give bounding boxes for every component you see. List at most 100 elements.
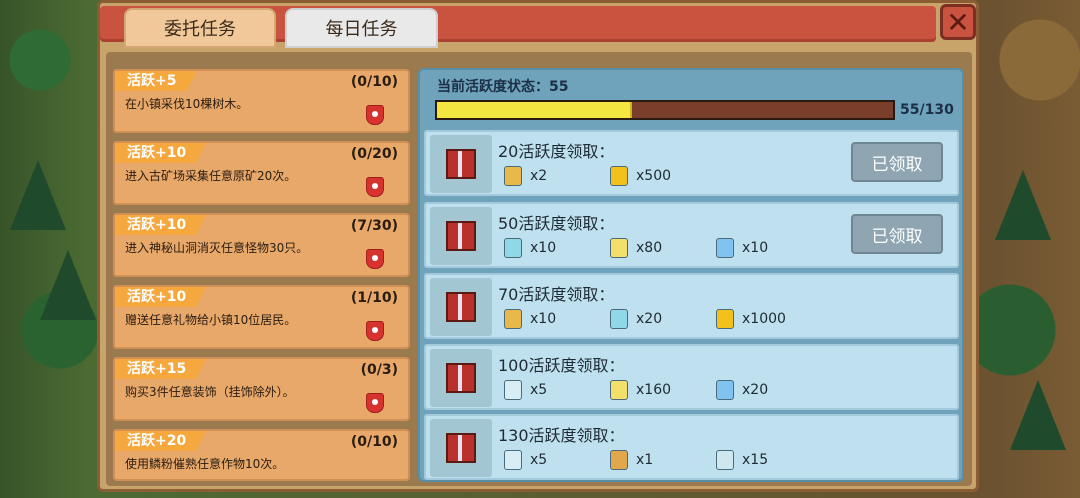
reward-title: 130活跃度领取： bbox=[498, 426, 625, 445]
reward-item: x1 bbox=[610, 450, 716, 470]
gift-icon bbox=[446, 433, 476, 463]
reward-title: 50活跃度领取： bbox=[498, 214, 615, 233]
gift-box-icon bbox=[430, 419, 492, 477]
reward-items: x5 x1 x15 bbox=[504, 450, 822, 470]
quest-card[interactable]: 活跃+20 (0/10) 使用鳞粉催熟任意作物10次。 bbox=[113, 429, 410, 481]
activity-progress-text: 55/130 bbox=[900, 102, 954, 118]
shield-icon bbox=[366, 177, 384, 197]
shield-icon bbox=[366, 105, 384, 125]
reward-item: x10 bbox=[716, 238, 822, 258]
ice-block-icon bbox=[716, 450, 734, 470]
gift-icon bbox=[446, 221, 476, 251]
reward-item: x20 bbox=[610, 309, 716, 329]
reward-quantity: x10 bbox=[742, 240, 769, 256]
quest-card[interactable]: 活跃+5 (0/10) 在小镇采伐10棵树木。 bbox=[113, 69, 410, 133]
activity-badge: 活跃+20 bbox=[115, 431, 207, 451]
quest-description: 在小镇采伐10棵树木。 bbox=[125, 97, 249, 111]
reward-title: 70活跃度领取： bbox=[498, 285, 615, 304]
gift-icon bbox=[446, 149, 476, 179]
reward-items: x2 x500 bbox=[504, 166, 716, 186]
quest-card[interactable]: 活跃+10 (7/30) 进入神秘山洞消灭任意怪物30只。 bbox=[113, 213, 410, 277]
reward-quantity: x10 bbox=[530, 311, 557, 327]
quest-progress: (1/10) bbox=[350, 290, 398, 306]
gift-icon bbox=[446, 292, 476, 322]
reward-item: x160 bbox=[610, 380, 716, 400]
reward-item: x5 bbox=[504, 380, 610, 400]
quest-description: 赠送任意礼物给小镇10位居民。 bbox=[125, 313, 297, 327]
reward-quantity: x2 bbox=[530, 168, 548, 184]
reward-quantity: x5 bbox=[530, 452, 548, 468]
activity-badge: 活跃+5 bbox=[115, 71, 197, 91]
bottle-icon bbox=[504, 309, 522, 329]
reward-quantity: x1 bbox=[636, 452, 654, 468]
activity-status-label: 当前活跃度状态：55 bbox=[437, 79, 569, 95]
activity-badge: 活跃+10 bbox=[115, 215, 207, 235]
shield-icon bbox=[366, 321, 384, 341]
reward-item: x1000 bbox=[716, 309, 822, 329]
reward-row: 50活跃度领取： x10 x80 x10 已领取 bbox=[424, 202, 959, 268]
reward-item: x500 bbox=[610, 166, 716, 186]
activity-badge: 活跃+15 bbox=[115, 359, 207, 379]
close-button[interactable]: ✕ bbox=[940, 4, 976, 40]
activity-progress-bar bbox=[435, 100, 895, 120]
claimed-button[interactable]: 已领取 bbox=[851, 214, 943, 254]
reward-row: 20活跃度领取： x2 x500 已领取 bbox=[424, 130, 959, 196]
tree-decoration bbox=[10, 160, 66, 230]
reward-quantity: x20 bbox=[742, 382, 769, 398]
reward-item: x2 bbox=[504, 166, 610, 186]
reward-quantity: x80 bbox=[636, 240, 663, 256]
gift-box-icon bbox=[430, 349, 492, 407]
gift-box-icon bbox=[430, 278, 492, 336]
reward-quantity: x20 bbox=[636, 311, 663, 327]
activity-badge: 活跃+10 bbox=[115, 287, 207, 307]
quest-description: 购买3件任意装饰（挂饰除外）。 bbox=[125, 385, 295, 399]
reward-quantity: x1000 bbox=[742, 311, 786, 327]
quest-progress: (0/10) bbox=[350, 74, 398, 90]
reward-title: 100活跃度领取： bbox=[498, 356, 625, 375]
activity-progress-fill bbox=[437, 102, 632, 118]
activity-badge: 活跃+10 bbox=[115, 143, 207, 163]
diamond-icon bbox=[716, 238, 734, 258]
scroll-icon bbox=[610, 450, 628, 470]
reward-item: x15 bbox=[716, 450, 822, 470]
reward-row: 130活跃度领取： x5 x1 x15 bbox=[424, 414, 959, 480]
reward-title: 20活跃度领取： bbox=[498, 142, 615, 161]
bottle-icon bbox=[504, 166, 522, 186]
reward-quantity: x15 bbox=[742, 452, 769, 468]
reward-item: x20 bbox=[716, 380, 822, 400]
quest-card[interactable]: 活跃+15 (0/3) 购买3件任意装饰（挂饰除外）。 bbox=[113, 357, 410, 421]
reward-item: x80 bbox=[610, 238, 716, 258]
quest-progress: (0/10) bbox=[350, 434, 398, 450]
potion-icon bbox=[610, 309, 628, 329]
gold-coin-icon bbox=[610, 166, 628, 186]
reward-items: x5 x160 x20 bbox=[504, 380, 822, 400]
claimed-button[interactable]: 已领取 bbox=[851, 142, 943, 182]
reward-quantity: x160 bbox=[636, 382, 672, 398]
quest-progress: (7/30) bbox=[350, 218, 398, 234]
reward-quantity: x5 bbox=[530, 382, 548, 398]
star-icon bbox=[610, 380, 628, 400]
quest-card[interactable]: 活跃+10 (0/20) 进入古矿场采集任意原矿20次。 bbox=[113, 141, 410, 205]
gift-icon bbox=[446, 363, 476, 393]
reward-items: x10 x20 x1000 bbox=[504, 309, 822, 329]
reward-quantity: x10 bbox=[530, 240, 557, 256]
tab-daily-tasks[interactable]: 每日任务 bbox=[285, 8, 438, 48]
gift-box-icon bbox=[430, 207, 492, 265]
reward-quantity: x500 bbox=[636, 168, 672, 184]
gold-coin-icon bbox=[716, 309, 734, 329]
quest-description: 进入神秘山洞消灭任意怪物30只。 bbox=[125, 241, 309, 255]
quest-description: 进入古矿场采集任意原矿20次。 bbox=[125, 169, 297, 183]
reward-item: x5 bbox=[504, 450, 610, 470]
quest-card[interactable]: 活跃+10 (1/10) 赠送任意礼物给小镇10位居民。 bbox=[113, 285, 410, 349]
jar-icon bbox=[504, 450, 522, 470]
tree-decoration bbox=[40, 250, 96, 320]
jar-icon bbox=[504, 380, 522, 400]
diamond-icon bbox=[716, 380, 734, 400]
quest-progress: (0/20) bbox=[350, 146, 398, 162]
reward-row: 100活跃度领取： x5 x160 x20 bbox=[424, 344, 959, 410]
tab-commission-tasks[interactable]: 委托任务 bbox=[124, 8, 276, 48]
reward-row: 70活跃度领取： x10 x20 x1000 bbox=[424, 273, 959, 339]
tree-decoration bbox=[995, 170, 1051, 240]
gift-box-icon bbox=[430, 135, 492, 193]
potion-icon bbox=[504, 238, 522, 258]
